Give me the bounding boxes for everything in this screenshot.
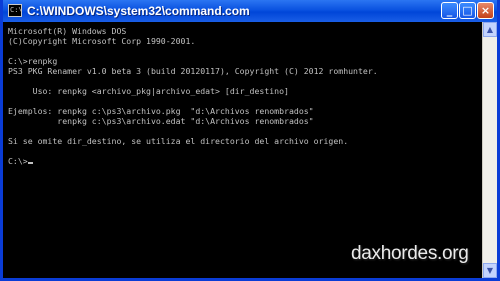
watermark: daxhordes.org: [351, 243, 469, 264]
title-bar[interactable]: C:\ C:\WINDOWS\system32\command.com _ □ …: [3, 0, 497, 22]
console-output[interactable]: Microsoft(R) Windows DOS (C)Copyright Mi…: [6, 22, 480, 278]
vertical-scrollbar[interactable]: ▲ ▼: [482, 22, 497, 278]
scroll-down-button[interactable]: ▼: [483, 263, 497, 278]
maximize-button[interactable]: □: [459, 2, 476, 19]
minimize-button[interactable]: _: [441, 2, 458, 19]
console-line: Uso: renpkg <archivo_pkg|archivo_edat> […: [32, 86, 289, 96]
down-arrow-icon: ▼: [486, 266, 494, 275]
window-title: C:\WINDOWS\system32\command.com: [27, 4, 250, 18]
scroll-up-button[interactable]: ▲: [483, 22, 497, 37]
console-line: Microsoft(R) Windows DOS: [8, 26, 127, 36]
text-cursor: [27, 162, 33, 164]
command-prompt-icon[interactable]: C:\: [8, 4, 23, 17]
console-lines: Microsoft(R) Windows DOS (C)Copyright Mi…: [8, 26, 378, 146]
console-line: C:\>renpkg: [8, 56, 58, 66]
close-button[interactable]: ×: [477, 2, 494, 19]
up-arrow-icon: ▲: [486, 25, 494, 34]
console-line: (C)Copyright Microsoft Corp 1990-2001.: [8, 36, 196, 46]
command-window: C:\ C:\WINDOWS\system32\command.com _ □ …: [0, 0, 500, 281]
console-line: renpkg c:\ps3\archivo.edat "d:\Archivos …: [57, 116, 314, 126]
console-line: Si se omite dir_destino, se utiliza el d…: [8, 136, 349, 146]
console-line: Ejemplos: renpkg c:\ps3\archivo.pkg "d:\…: [8, 106, 314, 116]
console-text: Microsoft(R) Windows DOS (C)Copyright Mi…: [6, 22, 480, 166]
console-line: PS3 PKG Renamer v1.0 beta 3 (build 20120…: [8, 66, 378, 76]
command-prompt: C:\>: [8, 156, 28, 166]
